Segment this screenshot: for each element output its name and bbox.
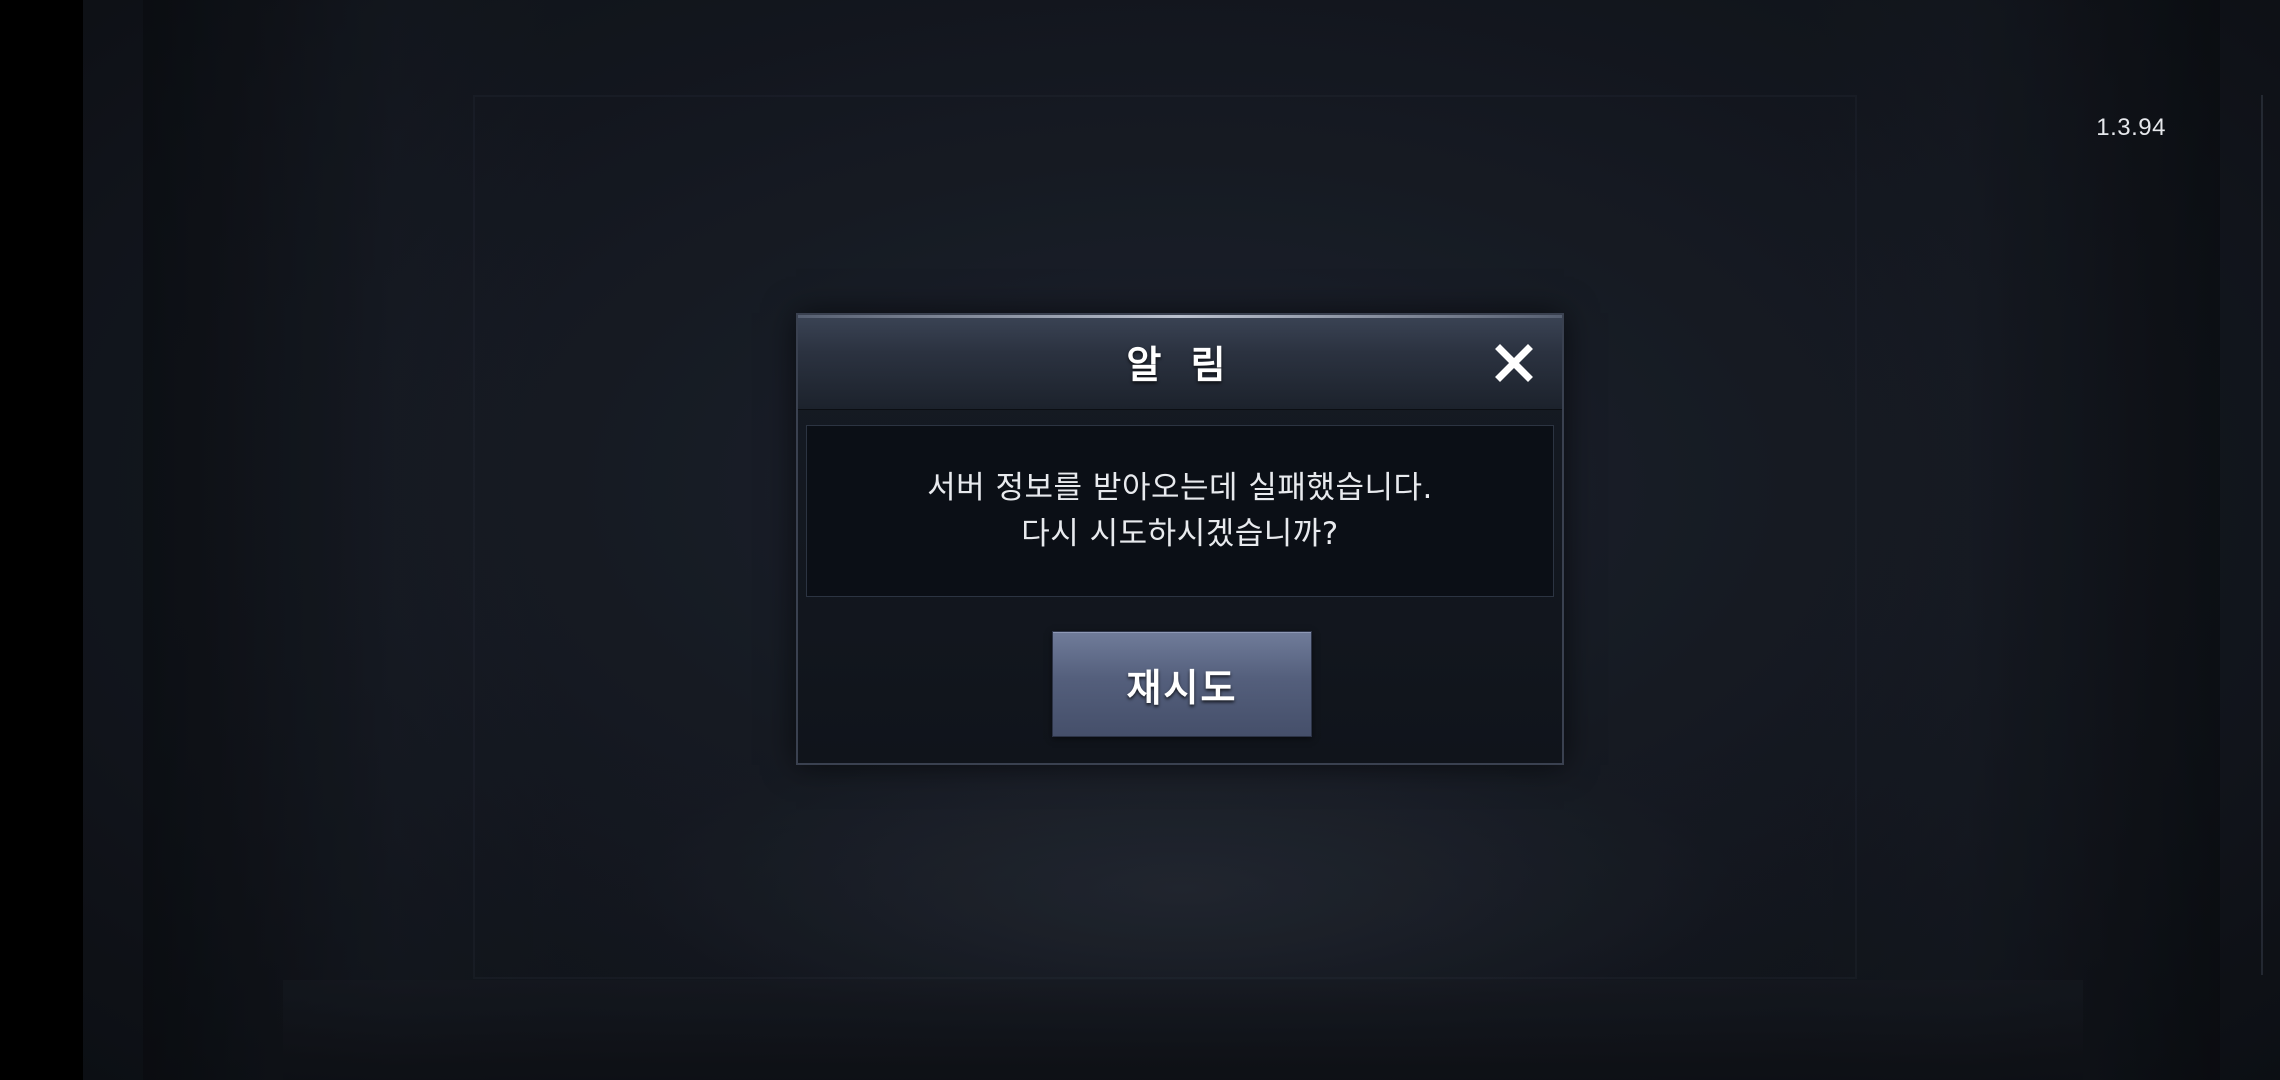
message-line-2: 다시 시도하시겠습니까?: [1021, 516, 1339, 552]
dialog-title: 알 림: [1126, 343, 1234, 387]
retry-button[interactable]: 재시도: [1052, 631, 1312, 737]
message-line-1: 서버 정보를 받아오는데 실패했습니다.: [927, 470, 1433, 506]
retry-button-label: 재시도: [1126, 665, 1238, 710]
notice-dialog: 알 림 서버 정보를 받아오는데 실패했습니다. 다시 시도하시겠습니까? 재시…: [796, 313, 1564, 765]
dialog-header: 알 림: [798, 315, 1562, 410]
close-icon: [1495, 344, 1533, 382]
game-screen: 1.3.94 알 림 서버 정보를 받아오는데 실패했습니다. 다시 시도하시겠…: [0, 0, 2280, 1080]
left-black-bar: [0, 0, 83, 1080]
close-button[interactable]: [1488, 337, 1540, 389]
version-label: 1.3.94: [2096, 114, 2166, 141]
message-box: 서버 정보를 받아오는데 실패했습니다. 다시 시도하시겠습니까?: [806, 425, 1554, 597]
